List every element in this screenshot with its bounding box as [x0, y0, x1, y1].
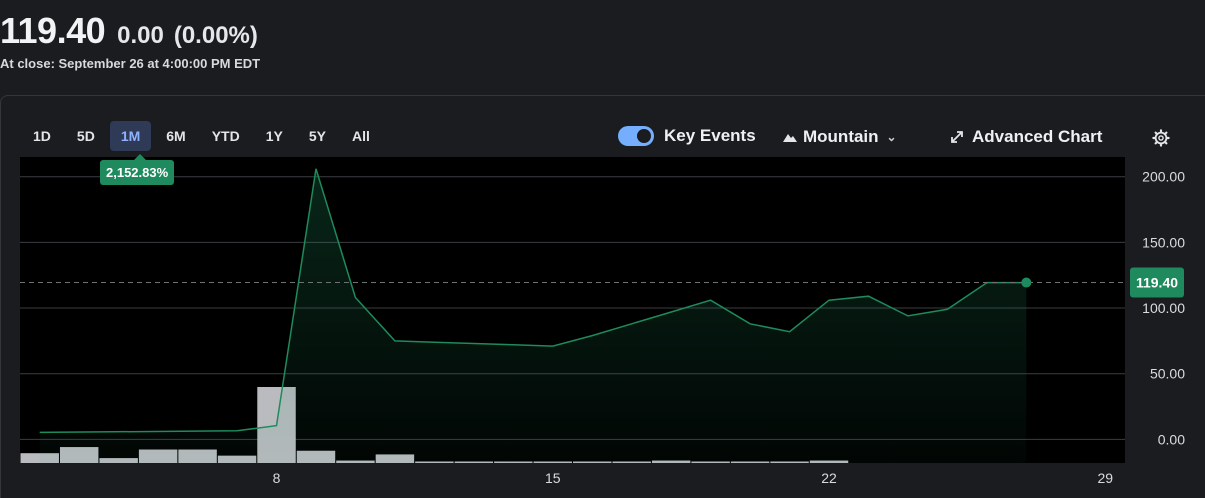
expand-icon — [951, 131, 963, 143]
range-button-5d[interactable]: 5D — [66, 121, 106, 151]
chevron-down-icon: ⌄ — [886, 130, 897, 144]
x-tick-label: 22 — [821, 470, 837, 486]
key-events-control[interactable]: Key Events — [618, 126, 756, 146]
chart-style-dropdown[interactable]: Mountain ⌄ — [783, 127, 897, 147]
range-change-badge: 2,152.83% — [100, 154, 175, 185]
range-selector: 1D 5D 1M 6M YTD 1Y 5Y All — [22, 121, 385, 151]
y-tick-label: 100.00 — [1142, 300, 1185, 316]
x-tick-label: 15 — [545, 470, 561, 486]
last-value-label: 119.40 — [1136, 275, 1178, 291]
range-button-1d[interactable]: 1D — [22, 121, 62, 151]
chart-style-label: Mountain — [803, 127, 879, 146]
price-chart[interactable]: 0.00 50.00 100.00 150.00 200.00 119.40 8 15 22 29 — [0, 0, 1205, 497]
range-button-1m[interactable]: 1M — [109, 121, 152, 151]
y-tick-label: 200.00 — [1142, 169, 1185, 185]
x-tick-label: 8 — [273, 470, 281, 486]
gear-icon[interactable] — [1152, 129, 1170, 147]
range-button-all[interactable]: All — [341, 121, 381, 151]
toggle-knob — [637, 129, 651, 143]
x-tick-label: 29 — [1097, 470, 1113, 486]
advanced-chart-label: Advanced Chart — [972, 127, 1103, 146]
range-button-5y[interactable]: 5Y — [298, 121, 337, 151]
y-tick-label: 150.00 — [1142, 234, 1185, 250]
advanced-chart-link[interactable]: Advanced Chart — [950, 127, 1102, 147]
range-button-ytd[interactable]: YTD — [201, 121, 251, 151]
key-events-toggle[interactable] — [618, 126, 654, 146]
last-value-dot — [1021, 277, 1032, 288]
key-events-label: Key Events — [664, 126, 756, 145]
range-button-1y[interactable]: 1Y — [255, 121, 294, 151]
mountain-icon — [783, 134, 797, 142]
range-button-6m[interactable]: 6M — [155, 121, 196, 151]
y-tick-label: 50.00 — [1150, 366, 1185, 382]
y-tick-label: 0.00 — [1158, 431, 1185, 447]
